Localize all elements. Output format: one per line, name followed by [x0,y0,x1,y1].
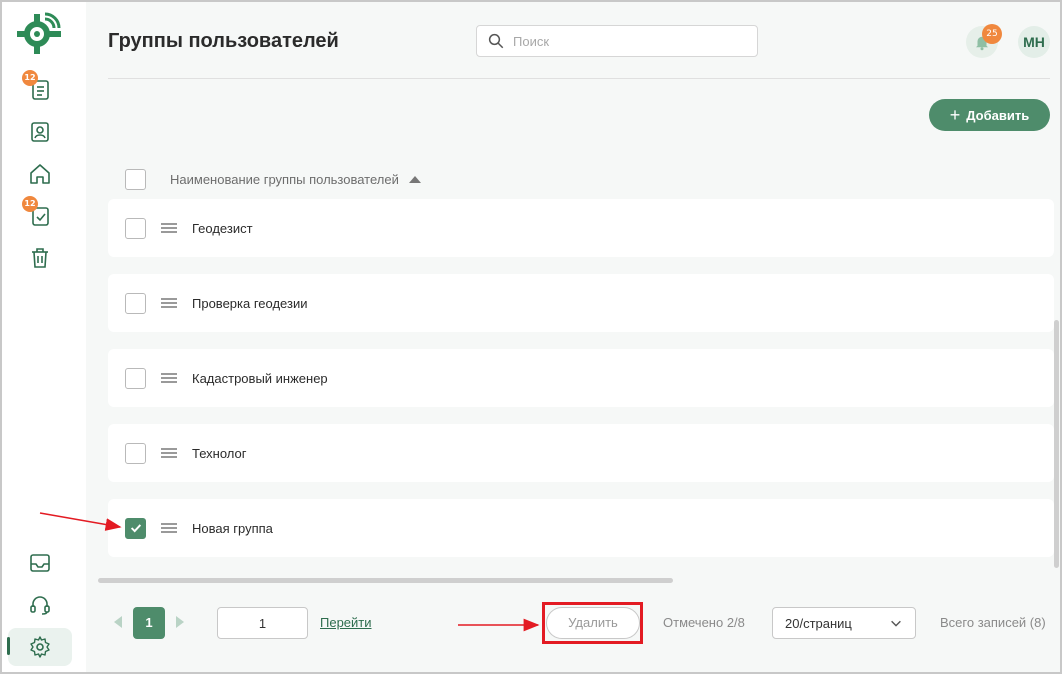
per-page-value: 20/страниц [785,615,852,631]
sidebar-item-support[interactable] [20,587,60,623]
page-title: Группы пользователей [108,30,339,52]
current-page-button[interactable]: 1 [133,607,165,639]
row-label: Геодезист [192,220,253,236]
horizontal-scrollbar[interactable] [98,578,673,583]
header-divider [108,78,1050,79]
add-button[interactable]: + Добавить [929,99,1050,131]
logo-icon [17,12,61,54]
tasks-badge: 12 [22,196,38,212]
annotation-highlight-box [542,602,643,644]
avatar[interactable]: МН [1018,26,1050,58]
notifications-badge: 25 [982,24,1002,44]
column-header-name[interactable]: Наименование группы пользователей [170,172,399,187]
gear-icon [30,636,50,658]
sidebar-item-inbox[interactable] [20,545,60,581]
checkmark-icon [130,524,141,533]
trash-icon [32,248,48,268]
goto-page-link[interactable]: Перейти [320,615,372,630]
row-checkbox[interactable] [125,442,146,464]
plus-icon: + [949,105,961,125]
drag-handle-icon[interactable] [161,298,177,308]
table-row[interactable]: Новая группа [108,499,1054,557]
drag-handle-icon[interactable] [161,523,177,533]
table-header: Наименование группы пользователей [108,166,1048,192]
active-indicator [7,637,10,655]
search-icon [488,33,504,49]
next-page-icon[interactable] [176,616,184,628]
app-window: 12 12 Группы пользователей Поиск 25 МН +… [0,0,1062,674]
add-button-label: Добавить [966,107,1030,123]
notifications-button[interactable]: 25 [966,24,1002,58]
selected-count: Отмечено 2/8 [663,615,745,630]
contact-card-icon [31,122,49,142]
total-records: Всего записей (8) [940,615,1046,630]
groups-table: Наименование группы пользователей Геодез… [108,152,1054,572]
row-checkbox[interactable] [125,292,146,314]
sidebar: 12 12 [2,2,86,672]
row-checkbox-checked[interactable] [125,517,146,539]
table-row[interactable]: Геодезист [108,199,1054,257]
drag-handle-icon[interactable] [161,448,177,458]
row-label: Новая группа [192,520,273,536]
search-box[interactable] [476,25,758,57]
select-all-checkbox[interactable] [125,168,146,190]
page-number-input[interactable] [217,607,308,639]
per-page-select[interactable]: 20/страниц [772,607,916,639]
vertical-scrollbar[interactable] [1054,320,1059,568]
prev-page-icon[interactable] [114,616,122,628]
main-content: Группы пользователей 25 МН + Добавить [86,2,1060,672]
sort-ascending-icon[interactable] [408,175,421,183]
logo [15,10,63,58]
row-label: Кадастровый инженер [192,370,328,386]
sidebar-item-contacts[interactable] [20,114,60,150]
chevron-down-icon [891,620,901,627]
sidebar-item-tasks[interactable]: 12 [20,196,60,234]
row-checkbox[interactable] [125,367,146,389]
drag-handle-icon[interactable] [161,373,177,383]
table-row[interactable]: Проверка геодезии [108,274,1054,332]
documents-badge: 12 [22,70,38,86]
search-input[interactable] [513,33,753,49]
row-label: Технолог [192,445,247,461]
sidebar-item-trash[interactable] [20,240,60,276]
table-row[interactable]: Технолог [108,424,1054,482]
home-icon [30,164,50,184]
headset-icon [30,596,50,615]
row-label: Проверка геодезии [192,295,308,311]
sidebar-item-settings[interactable] [8,628,72,666]
drag-handle-icon[interactable] [161,223,177,233]
table-row[interactable]: Кадастровый инженер [108,349,1054,407]
sidebar-item-documents[interactable]: 12 [20,70,60,108]
inbox-icon [30,554,50,572]
row-checkbox[interactable] [125,217,146,239]
sidebar-item-home[interactable] [20,156,60,192]
